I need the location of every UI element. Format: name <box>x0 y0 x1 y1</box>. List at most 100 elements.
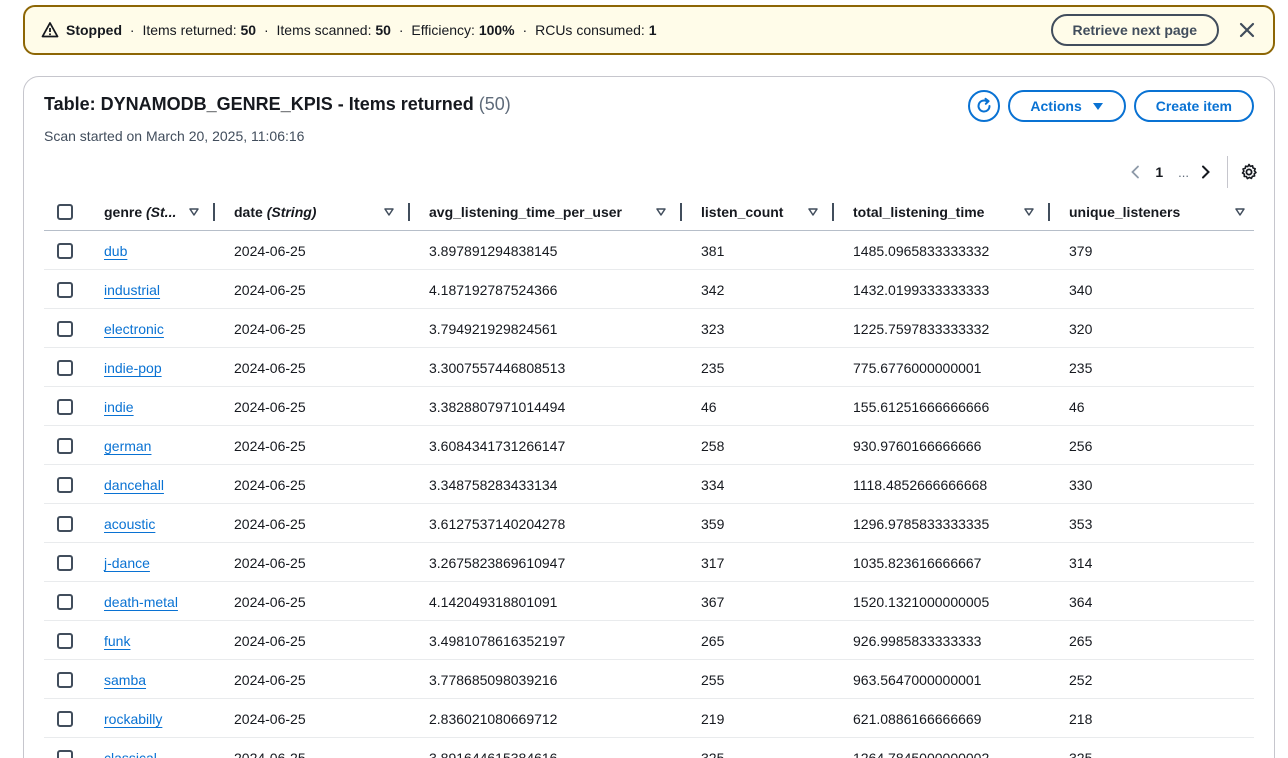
row-checkbox[interactable] <box>57 516 73 532</box>
genre-link[interactable]: indie-pop <box>104 360 162 376</box>
table-row[interactable]: death-metal 2024-06-25 4.142049318801091 36… <box>44 582 1254 621</box>
refresh-button[interactable] <box>968 90 1001 122</box>
table-row[interactable]: j-dance 2024-06-25 3.2675823869610947 317 10… <box>44 543 1254 582</box>
total-listening-cell: 926.9985833333333 <box>853 632 982 649</box>
table-row[interactable]: funk 2024-06-25 3.4981078616352197 265 926.9… <box>44 621 1254 660</box>
items-returned-value: 50 <box>240 22 257 38</box>
row-checkbox[interactable] <box>57 594 73 610</box>
date-cell: 2024-06-25 <box>234 281 306 298</box>
table-row[interactable]: acoustic 2024-06-25 3.6127537140204278 359 1… <box>44 504 1254 543</box>
refresh-icon <box>977 97 991 113</box>
items-table-container: Table: DYNAMODB_GENRE_KPIS - Items retur… <box>23 76 1275 758</box>
sort-icon[interactable] <box>384 208 394 216</box>
date-cell: 2024-06-25 <box>234 554 306 571</box>
row-checkbox[interactable] <box>57 672 73 688</box>
column-resizer[interactable] <box>1048 203 1050 221</box>
genre-link[interactable]: rockabilly <box>104 711 162 727</box>
sort-icon[interactable] <box>808 208 818 216</box>
row-checkbox[interactable] <box>57 321 73 337</box>
row-checkbox[interactable] <box>57 438 73 454</box>
column-resizer[interactable] <box>213 203 215 221</box>
unique-listeners-cell: 353 <box>1069 515 1093 532</box>
avg-listening-cell: 4.187192787524366 <box>429 281 558 298</box>
next-page-icon[interactable] <box>1195 165 1217 179</box>
items-count: (50) <box>478 94 511 114</box>
unique-listeners-cell: 364 <box>1069 593 1093 610</box>
actions-dropdown-button[interactable]: Actions <box>1008 90 1126 122</box>
sort-icon[interactable] <box>1235 208 1245 216</box>
avg-listening-cell: 3.891644615384616 <box>429 749 558 758</box>
scan-started-text: Scan started on March 20, 2025, 11:06:16 <box>44 128 305 144</box>
table-row[interactable]: indie 2024-06-25 3.3828807971014494 46 155.6… <box>44 387 1254 426</box>
total-listening-cell: 1485.0965833333332 <box>853 242 990 259</box>
items-scanned-value: 50 <box>375 22 391 38</box>
genre-link[interactable]: industrial <box>104 282 160 298</box>
table-row[interactable]: dub 2024-06-25 3.897891294838145 381 1485.09… <box>44 231 1254 270</box>
gear-icon[interactable] <box>1238 163 1260 181</box>
genre-link[interactable]: german <box>104 438 151 454</box>
table-row[interactable]: classical 2024-06-25 3.891644615384616 325 1… <box>44 738 1254 758</box>
previous-page-icon[interactable] <box>1124 165 1146 179</box>
genre-link[interactable]: samba <box>104 672 146 688</box>
genre-link[interactable]: dancehall <box>104 477 164 493</box>
row-checkbox[interactable] <box>57 477 73 493</box>
unique-listeners-cell: 320 <box>1069 320 1093 337</box>
column-header-avg-listening-time[interactable]: avg_listening_time_per_user <box>429 193 622 231</box>
column-header-listen-count[interactable]: listen_count <box>701 193 783 231</box>
page-number-current[interactable]: 1 <box>1146 164 1172 180</box>
table-row[interactable]: industrial 2024-06-25 4.187192787524366 342… <box>44 270 1254 309</box>
sort-icon[interactable] <box>189 208 199 216</box>
sort-icon[interactable] <box>1024 208 1034 216</box>
close-icon[interactable] <box>1233 16 1261 44</box>
select-all-checkbox[interactable] <box>57 204 73 220</box>
genre-link[interactable]: death-metal <box>104 594 178 610</box>
column-resizer[interactable] <box>832 203 834 221</box>
column-header-total-listening-time[interactable]: total_listening_time <box>853 193 984 231</box>
column-resizer[interactable] <box>680 203 682 221</box>
genre-link[interactable]: indie <box>104 399 134 415</box>
avg-listening-cell: 2.836021080669712 <box>429 710 558 727</box>
row-checkbox[interactable] <box>57 360 73 376</box>
row-checkbox[interactable] <box>57 282 73 298</box>
table-row[interactable]: indie-pop 2024-06-25 3.3007557446808513 235… <box>44 348 1254 387</box>
total-listening-cell: 155.61251666666666 <box>853 398 990 415</box>
row-checkbox[interactable] <box>57 399 73 415</box>
row-checkbox[interactable] <box>57 750 73 758</box>
unique-listeners-cell: 46 <box>1069 398 1085 415</box>
create-item-button[interactable]: Create item <box>1133 90 1254 122</box>
genre-link[interactable]: dub <box>104 243 127 259</box>
page-title: Table: DYNAMODB_GENRE_KPIS - Items retur… <box>44 94 511 115</box>
sort-icon[interactable] <box>656 208 666 216</box>
avg-listening-cell: 3.794921929824561 <box>429 320 558 337</box>
genre-link[interactable]: j-dance <box>104 555 150 571</box>
table-row[interactable]: german 2024-06-25 3.6084341731266147 258 930… <box>44 426 1254 465</box>
rcus-label: RCUs consumed: <box>535 22 645 38</box>
table-row[interactable]: samba 2024-06-25 3.778685098039216 255 963.5… <box>44 660 1254 699</box>
genre-link[interactable]: acoustic <box>104 516 155 532</box>
table-row[interactable]: rockabilly 2024-06-25 2.836021080669712 219… <box>44 699 1254 738</box>
genre-link[interactable]: funk <box>104 633 130 649</box>
row-checkbox[interactable] <box>57 711 73 727</box>
column-header-unique-listeners[interactable]: unique_listeners <box>1069 193 1180 231</box>
retrieve-next-page-button[interactable]: Retrieve next page <box>1050 14 1219 46</box>
total-listening-cell: 1264.7845000000002 <box>853 749 990 758</box>
total-listening-cell: 1225.7597833333332 <box>853 320 990 337</box>
row-checkbox[interactable] <box>57 633 73 649</box>
column-header-genre[interactable]: genre (St... <box>104 193 176 231</box>
column-resizer[interactable] <box>408 203 410 221</box>
row-checkbox[interactable] <box>57 243 73 259</box>
unique-listeners-cell: 325 <box>1069 749 1093 758</box>
header-actions: Actions Create item <box>968 90 1254 122</box>
avg-listening-cell: 3.3828807971014494 <box>429 398 566 415</box>
row-checkbox[interactable] <box>57 555 73 571</box>
table-row[interactable]: dancehall 2024-06-25 3.348758283433134 334 1… <box>44 465 1254 504</box>
total-listening-cell: 621.0886166666669 <box>853 710 982 727</box>
genre-link[interactable]: electronic <box>104 321 164 337</box>
listen-count-cell: 317 <box>701 554 725 571</box>
listen-count-cell: 325 <box>701 749 725 758</box>
genre-link[interactable]: classical <box>104 750 157 758</box>
column-header-date[interactable]: date (String) <box>234 193 316 231</box>
total-listening-cell: 930.9760166666666 <box>853 437 982 454</box>
table-row[interactable]: electronic 2024-06-25 3.794921929824561 323… <box>44 309 1254 348</box>
listen-count-cell: 258 <box>701 437 725 454</box>
